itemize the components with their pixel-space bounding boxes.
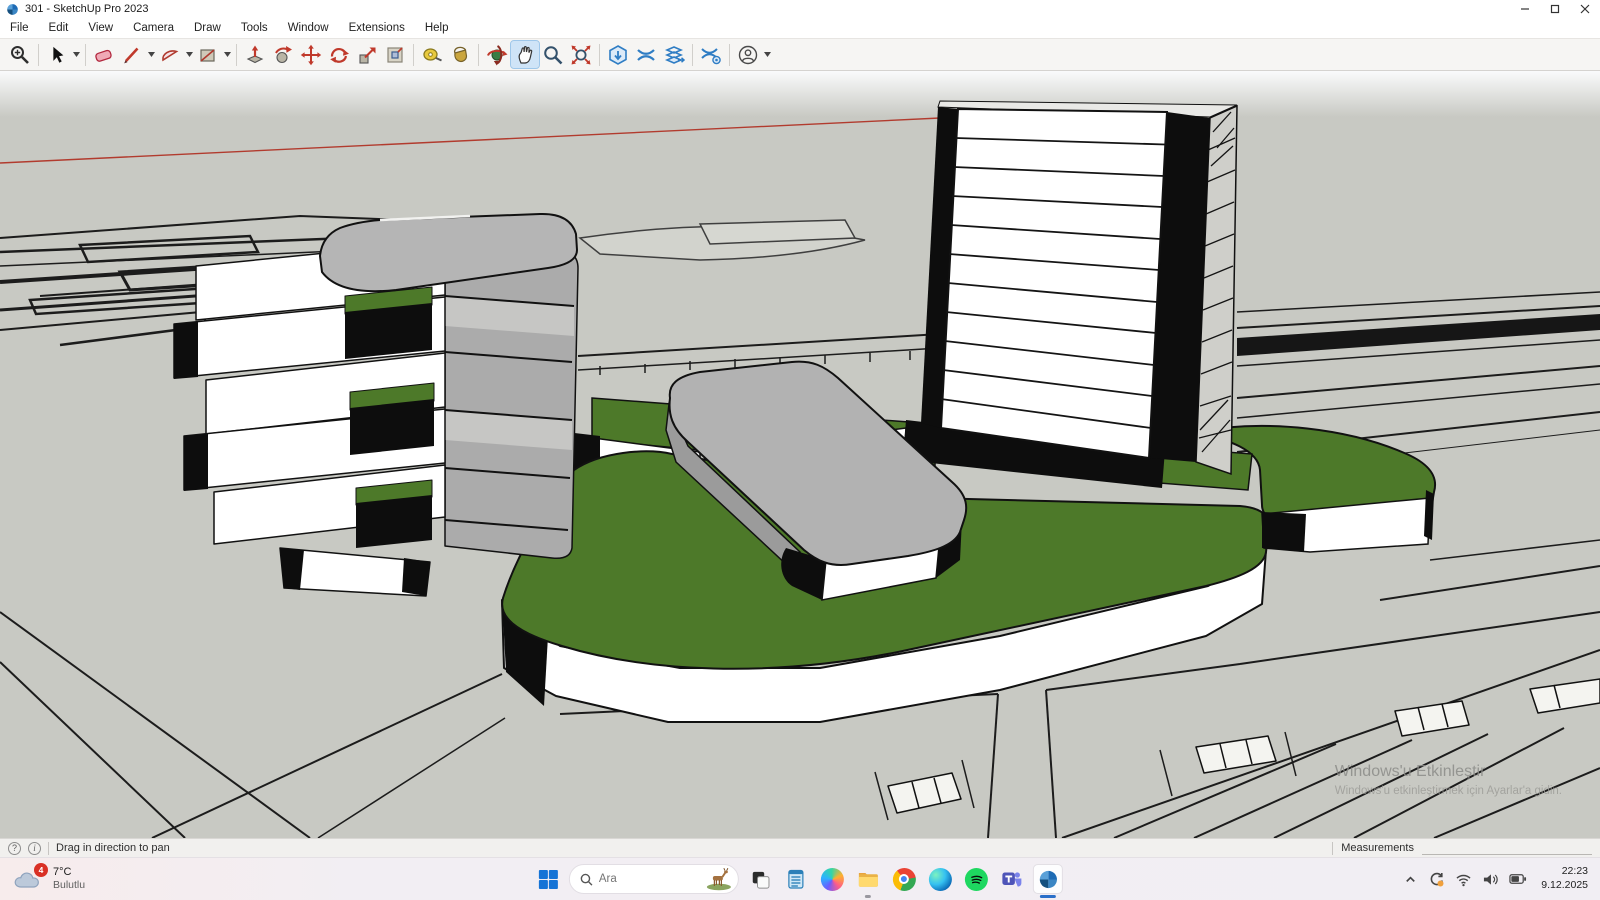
- clock-date: 9.12.2025: [1541, 879, 1588, 893]
- offset-tool-icon[interactable]: [381, 41, 409, 68]
- taskbar-search[interactable]: [569, 864, 739, 894]
- menu-draw[interactable]: Draw: [184, 18, 231, 38]
- arc-tool-caret-icon[interactable]: [184, 41, 194, 68]
- tape-measure-tool-icon[interactable]: [418, 41, 446, 68]
- teams-icon: [1001, 868, 1023, 890]
- rectangle-tool-icon[interactable]: [194, 41, 222, 68]
- statusbar-separator-right: [1332, 842, 1333, 855]
- copilot-icon: [820, 868, 843, 891]
- volume-icon[interactable]: [1482, 872, 1499, 887]
- search-icon: [580, 873, 593, 886]
- spotify-icon: [964, 868, 987, 891]
- edge-app-button[interactable]: [925, 864, 955, 894]
- copilot-app-button[interactable]: [817, 864, 847, 894]
- menu-window[interactable]: Window: [278, 18, 339, 38]
- measurements-input[interactable]: [1422, 841, 1592, 855]
- zoom-window-tool-icon[interactable]: [6, 41, 34, 68]
- chrome-icon: [892, 868, 915, 891]
- sketchup-logo-icon: [6, 3, 19, 16]
- share-model-icon[interactable]: [632, 41, 660, 68]
- menu-help[interactable]: Help: [415, 18, 459, 38]
- active-app-indicator: [1040, 895, 1056, 898]
- weather-condition: Bulutlu: [53, 879, 85, 892]
- taskbar: 4 7°C Bulutlu: [0, 857, 1600, 900]
- menu-tools[interactable]: Tools: [231, 18, 278, 38]
- arc-tool-icon[interactable]: [156, 41, 184, 68]
- weather-widget[interactable]: 4 7°C Bulutlu: [0, 866, 230, 892]
- sketchup-window: 301 - SketchUp Pro 2023 File Edit View C…: [0, 0, 1600, 900]
- maximize-button[interactable]: [1540, 0, 1570, 18]
- menubar: File Edit View Camera Draw Tools Window …: [0, 18, 1600, 38]
- toolbar: [0, 38, 1600, 71]
- clock-time: 22:23: [1541, 865, 1588, 879]
- search-highlight-deer-image: [705, 867, 733, 891]
- spotify-app-button[interactable]: [961, 864, 991, 894]
- system-tray: 22:23 9.12.2025: [1403, 865, 1600, 892]
- statusbar-separator: [48, 842, 49, 855]
- account-icon[interactable]: [734, 41, 762, 68]
- menu-camera[interactable]: Camera: [123, 18, 184, 38]
- open-app-indicator: [865, 895, 871, 898]
- model-viewport[interactable]: Windows'u Etkinleştir Windows'u etkinleş…: [0, 71, 1600, 838]
- pan-tool-icon[interactable]: [511, 41, 539, 68]
- taskbar-center-icons: [533, 858, 1063, 900]
- line-tool-icon[interactable]: [118, 41, 146, 68]
- statusbar: Drag in direction to pan Measurements: [0, 838, 1600, 857]
- push-pull-tool-icon[interactable]: [241, 41, 269, 68]
- sync-update-icon[interactable]: [1428, 871, 1445, 888]
- file-explorer-icon: [856, 869, 879, 889]
- notepad-app-button[interactable]: [781, 864, 811, 894]
- sketchup-taskbar-icon: [1037, 869, 1058, 890]
- extension-warehouse-icon[interactable]: [697, 41, 725, 68]
- notepad-icon: [786, 868, 806, 890]
- task-view-icon: [749, 869, 770, 890]
- info-icon[interactable]: [28, 842, 41, 855]
- 3d-scene: [0, 71, 1600, 838]
- rectangle-tool-caret-icon[interactable]: [222, 41, 232, 68]
- task-view-button[interactable]: [745, 864, 775, 894]
- line-tool-caret-icon[interactable]: [146, 41, 156, 68]
- move-tool-icon[interactable]: [297, 41, 325, 68]
- scale-tool-icon[interactable]: [353, 41, 381, 68]
- taskbar-clock[interactable]: 22:23 9.12.2025: [1541, 865, 1588, 892]
- search-input[interactable]: [599, 873, 699, 885]
- account-caret-icon[interactable]: [762, 41, 772, 68]
- weather-alert-badge: 4: [34, 863, 48, 877]
- menu-extensions[interactable]: Extensions: [339, 18, 415, 38]
- tray-chevron-up-icon[interactable]: [1403, 872, 1418, 887]
- sketchup-app-button[interactable]: [1033, 864, 1063, 894]
- close-button[interactable]: [1570, 0, 1600, 18]
- minimize-button[interactable]: [1510, 0, 1540, 18]
- paint-bucket-tool-icon[interactable]: [446, 41, 474, 68]
- menu-file[interactable]: File: [0, 18, 39, 38]
- 3d-warehouse-icon[interactable]: [604, 41, 632, 68]
- teams-app-button[interactable]: [997, 864, 1027, 894]
- menu-view[interactable]: View: [78, 18, 123, 38]
- titlebar: 301 - SketchUp Pro 2023: [0, 0, 1600, 18]
- window-title: 301 - SketchUp Pro 2023: [25, 3, 149, 15]
- send-to-layout-icon[interactable]: [660, 41, 688, 68]
- weather-temperature: 7°C: [53, 866, 85, 879]
- help-beacon-icon[interactable]: [8, 842, 21, 855]
- file-explorer-button[interactable]: [853, 864, 883, 894]
- select-tool-icon[interactable]: [43, 41, 71, 68]
- status-help-text: Drag in direction to pan: [56, 842, 170, 854]
- rotate-tool-icon[interactable]: [325, 41, 353, 68]
- eraser-tool-icon[interactable]: [90, 41, 118, 68]
- wifi-icon[interactable]: [1455, 872, 1472, 887]
- chrome-app-button[interactable]: [889, 864, 919, 894]
- battery-icon[interactable]: [1509, 872, 1527, 886]
- orbit-tool-icon[interactable]: [483, 41, 511, 68]
- measurements-label: Measurements: [1341, 842, 1414, 854]
- edge-icon: [928, 868, 951, 891]
- windows-logo-icon: [537, 869, 558, 890]
- zoom-tool-icon[interactable]: [539, 41, 567, 68]
- start-button[interactable]: [533, 864, 563, 894]
- select-tool-caret-icon[interactable]: [71, 41, 81, 68]
- follow-me-tool-icon[interactable]: [269, 41, 297, 68]
- zoom-extents-tool-icon[interactable]: [567, 41, 595, 68]
- menu-edit[interactable]: Edit: [39, 18, 79, 38]
- building-left-stacked: [174, 214, 578, 596]
